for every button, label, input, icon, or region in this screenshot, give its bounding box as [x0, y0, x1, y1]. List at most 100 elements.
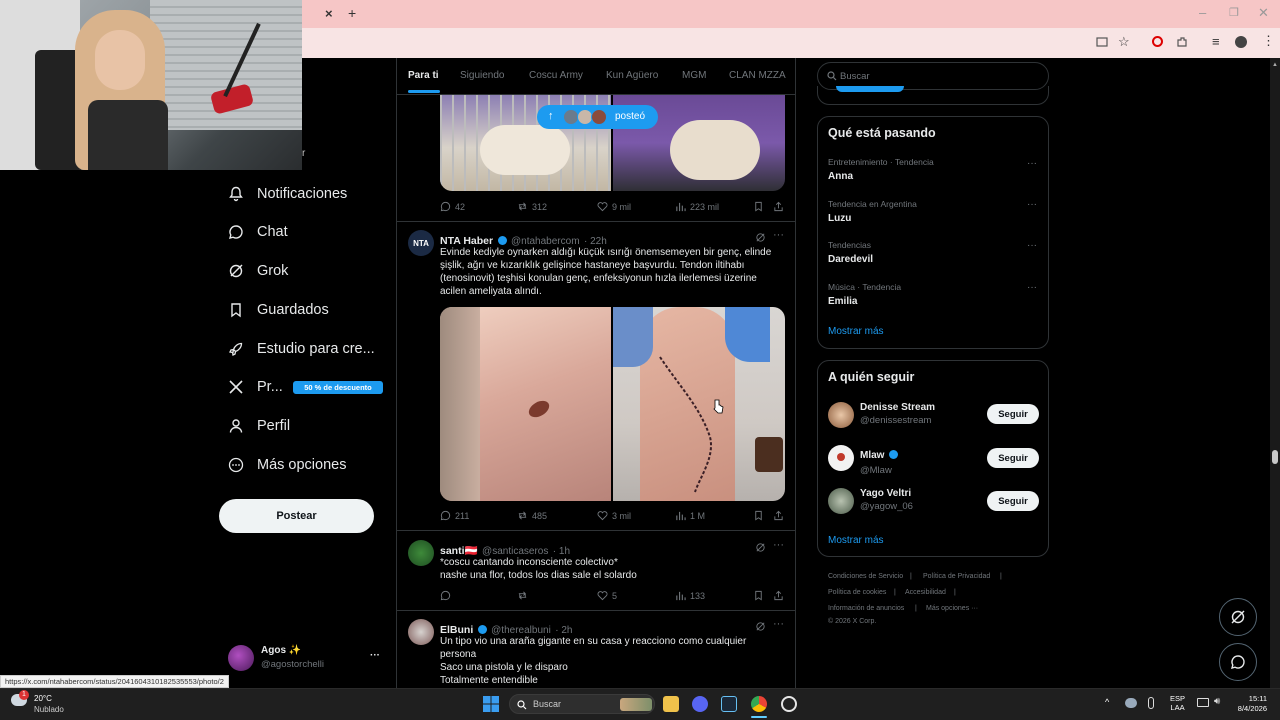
- footer-link-accessibility[interactable]: Accesibilidad: [905, 589, 946, 596]
- views-button[interactable]: 223 mil: [675, 201, 719, 212]
- retweet-button[interactable]: [517, 590, 532, 601]
- follow-avatar[interactable]: [828, 488, 854, 514]
- grok-icon[interactable]: [755, 621, 766, 632]
- sidebar-item-grok[interactable]: Grok: [228, 259, 288, 283]
- reading-list-icon[interactable]: ≡: [1212, 35, 1220, 49]
- follow-avatar[interactable]: [828, 445, 854, 471]
- show-more-trends-link[interactable]: Mostrar más: [828, 326, 884, 337]
- microphone-icon[interactable]: [1148, 697, 1154, 709]
- new-posts-pill[interactable]: ↑ posteó: [537, 105, 658, 129]
- account-more-icon[interactable]: ···: [370, 650, 380, 661]
- bookmark-icon[interactable]: [753, 201, 764, 212]
- footer-link-terms[interactable]: Condiciones de Servicio: [828, 573, 903, 580]
- profile-avatar[interactable]: [1235, 36, 1247, 48]
- grok-floating-button[interactable]: [1219, 598, 1257, 636]
- scrollbar-thumb[interactable]: [1272, 450, 1278, 464]
- volume-icon[interactable]: 🔊︎: [1214, 696, 1220, 707]
- views-button[interactable]: 133: [675, 590, 705, 601]
- tweet-avatar[interactable]: [408, 540, 434, 566]
- account-avatar[interactable]: [228, 645, 254, 671]
- share-icon[interactable]: [773, 590, 784, 601]
- onedrive-icon[interactable]: [1125, 698, 1137, 708]
- trend-more-icon[interactable]: ···: [1027, 199, 1037, 210]
- tweet-avatar[interactable]: [408, 619, 434, 645]
- like-button[interactable]: 5: [597, 590, 617, 601]
- sidebar-item-premium[interactable]: Pr...: [228, 375, 283, 399]
- follow-user[interactable]: Yago Veltri @yagow_06: [860, 488, 913, 512]
- trend-item[interactable]: Música · Tendencia Emilia: [828, 282, 901, 307]
- show-more-follow-link[interactable]: Mostrar más: [828, 535, 884, 546]
- windows-start-icon[interactable]: [483, 696, 499, 712]
- bookmark-icon[interactable]: [753, 590, 764, 601]
- follow-user[interactable]: Denisse Stream @denissestream: [860, 402, 935, 426]
- window-close-icon[interactable]: ✕: [1258, 6, 1269, 20]
- tab-kun-aguero[interactable]: Kun Agüero: [606, 70, 658, 81]
- language-indicator[interactable]: ESP LAA: [1170, 694, 1185, 712]
- trend-item[interactable]: Tendencia en Argentina Luzu: [828, 199, 917, 224]
- tray-overflow-icon[interactable]: ^: [1105, 697, 1109, 707]
- maximize-icon[interactable]: ❐: [1229, 6, 1239, 20]
- trend-item[interactable]: Entretenimiento · Tendencia Anna: [828, 157, 934, 182]
- sidebar-item-creator-studio[interactable]: Estudio para cre...: [228, 337, 375, 361]
- follow-avatar[interactable]: [828, 402, 854, 428]
- tab-for-you[interactable]: Para ti: [408, 70, 439, 81]
- taskbar-search-input[interactable]: Buscar: [533, 699, 561, 709]
- reply-button[interactable]: 42: [440, 201, 465, 212]
- tweet-media[interactable]: [440, 307, 785, 501]
- tweet-avatar[interactable]: NTA: [408, 230, 434, 256]
- file-explorer-icon[interactable]: [663, 696, 679, 712]
- like-button[interactable]: 9 mil: [597, 201, 631, 212]
- sidebar-item-bookmarks[interactable]: Guardados: [228, 298, 329, 322]
- search-input[interactable]: Buscar: [840, 71, 870, 82]
- browser-menu-icon[interactable]: ⋮: [1262, 34, 1275, 48]
- share-icon[interactable]: [773, 201, 784, 212]
- post-button[interactable]: Postear: [219, 499, 374, 533]
- tweet-more-icon[interactable]: ···: [773, 539, 784, 551]
- sidebar-item-more-options[interactable]: Más opciones: [228, 453, 346, 477]
- install-icon[interactable]: [1096, 36, 1108, 48]
- taskbar-search[interactable]: Buscar: [509, 694, 655, 714]
- tab-mgm[interactable]: MGM: [682, 70, 706, 81]
- tweet-more-icon[interactable]: ···: [773, 618, 784, 630]
- discord-icon[interactable]: [692, 696, 708, 712]
- reply-button[interactable]: 211: [440, 510, 469, 521]
- footer-link-cookies[interactable]: Política de cookies: [828, 589, 886, 596]
- star-icon[interactable]: ☆: [1118, 35, 1130, 49]
- sidebar-item-profile[interactable]: Perfil: [228, 414, 290, 438]
- app-icon[interactable]: [781, 696, 797, 712]
- sidebar-item-notifications[interactable]: Notificaciones: [228, 182, 347, 206]
- share-icon[interactable]: [773, 510, 784, 521]
- extensions-icon[interactable]: [1176, 36, 1188, 48]
- tweet-more-icon[interactable]: ···: [773, 229, 784, 241]
- close-tab-icon[interactable]: ×: [325, 7, 333, 21]
- trend-more-icon[interactable]: ···: [1027, 240, 1037, 251]
- follow-button[interactable]: Seguir: [987, 491, 1039, 511]
- tab-coscu-army[interactable]: Coscu Army: [529, 70, 583, 81]
- like-button[interactable]: 3 mil: [597, 510, 631, 521]
- follow-button[interactable]: Seguir: [987, 404, 1039, 424]
- views-button[interactable]: 1 M: [675, 510, 705, 521]
- tab-clan-mzza[interactable]: CLAN MZZA: [729, 70, 786, 81]
- taskbar-clock[interactable]: 15:11 8/4/2026: [1231, 694, 1267, 714]
- reply-button[interactable]: [440, 590, 455, 601]
- premium-discount-badge[interactable]: 50 % de descuento: [293, 381, 383, 394]
- trend-more-icon[interactable]: ···: [1027, 158, 1037, 169]
- trend-item[interactable]: Tendencias Daredevil: [828, 240, 873, 265]
- grok-icon[interactable]: [755, 542, 766, 553]
- weather-temperature[interactable]: 20°C: [34, 694, 52, 703]
- tab-following[interactable]: Siguiendo: [460, 70, 504, 81]
- network-icon[interactable]: [1197, 698, 1209, 707]
- chrome-icon[interactable]: [751, 696, 767, 712]
- new-tab-button[interactable]: +: [348, 6, 356, 20]
- messages-floating-button[interactable]: [1219, 643, 1257, 681]
- footer-link-ads-info[interactable]: Información de anuncios: [828, 605, 904, 612]
- opera-extension-icon[interactable]: [1152, 36, 1163, 47]
- follow-button[interactable]: Seguir: [987, 448, 1039, 468]
- footer-link-privacy[interactable]: Política de Privacidad: [923, 573, 990, 580]
- grok-icon[interactable]: [755, 232, 766, 243]
- footer-link-more-options[interactable]: Más opciones ···: [926, 605, 978, 612]
- sidebar-item-chat[interactable]: Chat: [228, 220, 288, 244]
- retweet-button[interactable]: 485: [517, 510, 547, 521]
- minimize-icon[interactable]: –: [1199, 6, 1206, 20]
- steam-icon[interactable]: [721, 696, 737, 712]
